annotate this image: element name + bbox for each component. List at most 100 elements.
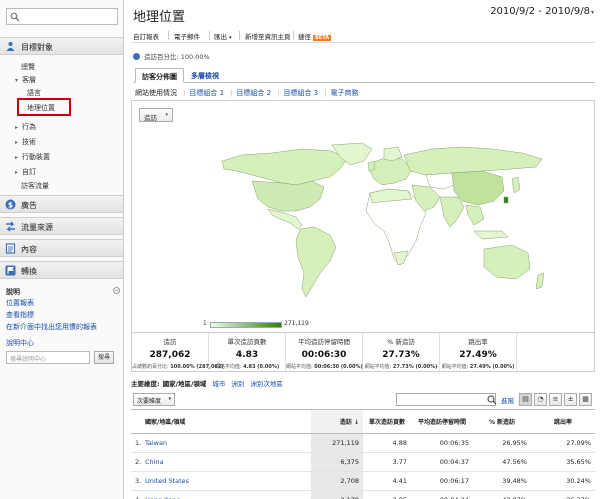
table-row: 1. Taiwan 271,119 4.88 00:06:35 26.95% 2…	[131, 433, 595, 453]
flag-icon	[5, 265, 16, 276]
sidebar-search-input[interactable]	[6, 8, 118, 25]
sidebar-section-label: 廣告	[21, 201, 37, 210]
sidebar-item-mobile[interactable]: ▸ 行動裝置	[15, 152, 50, 162]
subtab-site-usage[interactable]: 網站使用情況	[135, 89, 177, 97]
date-range-text: 2010/9/2 - 2010/9/8	[490, 6, 590, 17]
summary-pages-per-visit: 單次造訪頁數 4.83 網站平均值: 4.83 (0.00%)	[209, 333, 286, 373]
sidebar-section-content[interactable]: 內容	[0, 239, 123, 257]
country-link[interactable]: Hong Kong	[145, 490, 311, 499]
help-link-location-report[interactable]: 位置報表	[6, 298, 34, 308]
summary-subtext: 網站平均值: 27.73% (0.00%)	[363, 363, 439, 370]
sidebar-section-audience[interactable]: 目標對象	[0, 37, 123, 55]
map-metric-dropdown[interactable]: 造訪 ▾	[139, 108, 173, 122]
cell-new-visits: 43.07%	[473, 490, 531, 499]
table-filter-input[interactable]	[396, 393, 496, 406]
advanced-filter-link[interactable]: 進階	[501, 395, 514, 405]
dimension-continent[interactable]: 洲別	[231, 380, 244, 388]
cell-new-visits: 47.56%	[473, 452, 531, 472]
sidebar-item-demographics[interactable]: ▾ 客層	[15, 75, 36, 85]
sidebar-item-visitors-flow[interactable]: 訪客流量	[21, 181, 49, 191]
sidebar-item-overview[interactable]: 總覽	[21, 62, 35, 72]
map-region-indonesia[interactable]	[473, 230, 509, 240]
country-link[interactable]: United States	[145, 471, 311, 491]
minus-icon[interactable]: −	[113, 287, 120, 294]
map-region-southeast-asia[interactable]	[465, 204, 485, 226]
sidebar-section-traffic-sources[interactable]: 流量來源	[0, 217, 123, 235]
search-icon[interactable]	[486, 393, 498, 406]
sidebar-item-custom[interactable]: ▸ 自訂	[15, 167, 36, 177]
map-region-south-america[interactable]	[295, 226, 337, 298]
map-region-uk[interactable]	[367, 160, 376, 172]
map-region-russia[interactable]	[403, 146, 543, 176]
summary-label: 造訪	[163, 338, 177, 346]
comparison-view-icon[interactable]: ±	[564, 393, 577, 406]
summary-bounce-rate: 跳出率 27.49% 網站平均值: 27.49% (0.00%)	[440, 333, 517, 373]
map-region-new-zealand[interactable]	[535, 272, 545, 290]
export-button[interactable]: 匯出 ▾	[214, 31, 232, 41]
country-link[interactable]: China	[145, 452, 311, 472]
column-header-country[interactable]: 國家/地區/領域	[131, 409, 311, 434]
bar-view-icon[interactable]: ≡	[549, 393, 562, 406]
subtab-goal-set-2[interactable]: 目標組合 2	[236, 89, 271, 97]
cell-visits: 271,119	[311, 433, 363, 453]
map-region-taiwan[interactable]	[503, 196, 509, 204]
row-index: 1.	[131, 433, 145, 453]
divider: |	[324, 89, 327, 97]
sidebar-section-conversions[interactable]: 轉換	[0, 261, 123, 279]
date-range-picker[interactable]: 2010/9/2 - 2010/9/8▾	[490, 6, 594, 17]
column-header-visits[interactable]: 造訪 ↓	[311, 409, 363, 434]
column-header-bounce-rate[interactable]: 跳出率	[531, 409, 595, 434]
svg-text:$: $	[8, 200, 13, 209]
add-to-dashboard-button[interactable]: 新增至資訊主頁	[245, 31, 291, 41]
secondary-dimension-dropdown[interactable]: 次要維度 ▾	[133, 393, 175, 406]
column-header-label: 造訪	[339, 419, 352, 426]
tab-map-overlay[interactable]: 訪客分佈圖	[135, 68, 184, 83]
map-region-south-africa[interactable]	[393, 250, 409, 266]
summary-subtext-value: 27.73% (0.00%)	[392, 364, 438, 370]
map-region-europe[interactable]	[369, 156, 413, 186]
column-header-avg-duration[interactable]: 平均造訪停留時間	[411, 409, 473, 434]
summary-visits: 造訪 287,062 占總數的百分比: 100.00% (287,062)	[132, 333, 224, 373]
map-region-canada[interactable]	[221, 148, 348, 186]
table-view-icon[interactable]: ▤	[519, 393, 532, 406]
map-region-australia[interactable]	[483, 244, 531, 280]
email-button[interactable]: 電子郵件	[174, 31, 200, 41]
map-region-india[interactable]	[439, 196, 465, 228]
map-legend-gradient	[210, 322, 282, 328]
sidebar-section-advertising[interactable]: $ 廣告	[0, 195, 123, 213]
country-link[interactable]: Taiwan	[145, 433, 311, 453]
subtab-goal-set-1[interactable]: 目標組合 1	[189, 89, 224, 97]
column-header-new-visits[interactable]: % 新造訪	[473, 409, 531, 434]
help-link-view-metrics[interactable]: 查看指標	[6, 310, 34, 320]
action-bar: 自訂報表 電子郵件 匯出 ▾ 新增至資訊主頁 捷徑 BETA	[131, 28, 595, 43]
subtab-ecommerce[interactable]: 電子商務	[331, 89, 359, 97]
custom-report-button[interactable]: 自訂報表	[133, 31, 159, 41]
map-region-united-states[interactable]	[251, 180, 325, 212]
triangle-right-icon: ▸	[15, 154, 19, 161]
dimension-country[interactable]: 國家/地區/領域	[163, 380, 207, 388]
help-search-button[interactable]: 搜尋	[94, 351, 114, 364]
row-index: 4.	[131, 490, 145, 499]
pie-view-icon[interactable]: ◔	[534, 393, 547, 406]
summary-value: 4.83	[235, 350, 259, 360]
help-center-link[interactable]: 說明中心	[6, 338, 34, 348]
sidebar-item-language[interactable]: 語言	[27, 88, 41, 98]
pivot-view-icon[interactable]: ▦	[579, 393, 592, 406]
subtab-goal-set-3[interactable]: 目標組合 3	[283, 89, 318, 97]
shortcut-button[interactable]: 捷徑 BETA	[298, 31, 332, 41]
main-content: 地理位置 2010/9/2 - 2010/9/8▾ 自訂報表 電子郵件 匯出 ▾…	[125, 0, 600, 499]
sidebar-item-technology[interactable]: ▸ 技術	[15, 137, 36, 147]
sidebar-item-behavior[interactable]: ▸ 行為	[15, 122, 36, 132]
help-link-find-reports[interactable]: 在新介面中找出您用慣的報表	[6, 322, 97, 332]
sidebar-item-label: 技術	[22, 138, 36, 146]
world-map[interactable]	[212, 141, 552, 311]
column-header-pages-per-visit[interactable]: 單次造訪頁數	[363, 409, 411, 434]
dimension-sub-continent[interactable]: 洲別次地區	[250, 380, 283, 388]
dimension-city[interactable]: 城市	[212, 380, 225, 388]
tab-drilldown[interactable]: 多層檢視	[185, 68, 225, 83]
map-region-japan[interactable]	[511, 176, 521, 194]
summary-subtext-prefix: 網站平均值:	[286, 364, 313, 370]
help-search-input[interactable]: 搜尋說明中心	[6, 351, 90, 364]
cell-avg-duration: 00:06:35	[411, 433, 473, 453]
map-region-mexico[interactable]	[267, 208, 303, 230]
